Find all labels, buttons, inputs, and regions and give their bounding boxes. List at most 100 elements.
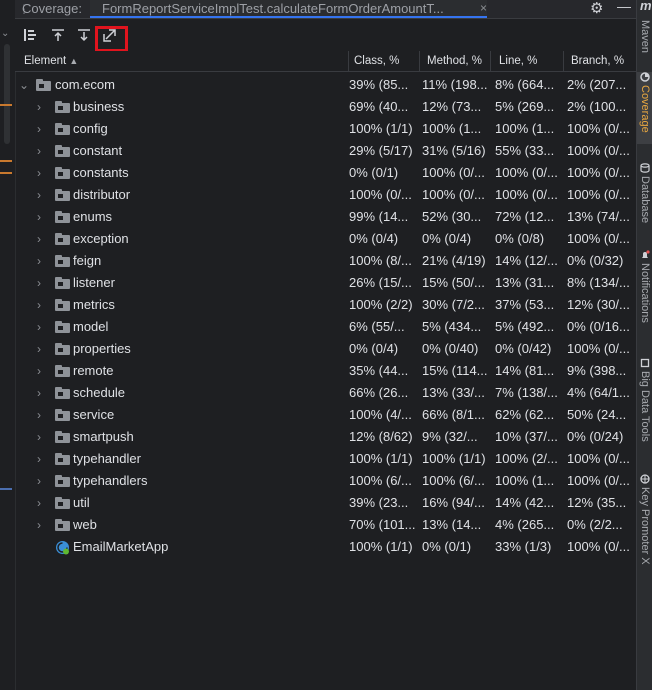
chevron-right-icon[interactable]: › bbox=[37, 184, 41, 206]
tree-row-distributor[interactable]: › distributor 100% (0/... 100% (0/... 100% (… bbox=[15, 184, 636, 206]
tree-row-util[interactable]: › util 39% (23... 16% (94/... 14% (42... 12% … bbox=[15, 492, 636, 514]
tab-coverage-suite[interactable]: FormReportServiceImplTest.calculateFormO… bbox=[90, 0, 487, 18]
chevron-right-icon[interactable]: › bbox=[37, 228, 41, 250]
tree-row-web[interactable]: › web 70% (101... 13% (14... 4% (265... 0% (2… bbox=[15, 514, 636, 536]
tool-notifications[interactable]: Notifications bbox=[637, 250, 652, 323]
branch-coverage: 0% (2/2... bbox=[567, 517, 623, 532]
tool-key-promoter[interactable]: Key Promoter X bbox=[637, 474, 652, 565]
tree-row-config[interactable]: › config 100% (1/1) 100% (1... 100% (1... 100… bbox=[15, 118, 636, 140]
chevron-right-icon[interactable]: › bbox=[37, 448, 41, 470]
line-coverage: 100% (0/... bbox=[495, 165, 558, 180]
tree-row-name: business bbox=[73, 99, 125, 114]
tool-database[interactable]: Database bbox=[637, 163, 652, 223]
package-folder-icon bbox=[55, 167, 70, 179]
chevron-right-icon[interactable]: › bbox=[37, 250, 41, 272]
method-coverage: 100% (6/... bbox=[422, 473, 485, 488]
chevron-right-icon[interactable]: › bbox=[37, 514, 41, 536]
chevron-right-icon[interactable]: › bbox=[37, 404, 41, 426]
tree-row-typehandler[interactable]: › typehandler 100% (1/1) 100% (1/1) 100% (2/… bbox=[15, 448, 636, 470]
tree-row-name: properties bbox=[73, 341, 131, 356]
big-data-icon bbox=[640, 358, 650, 368]
column-header-element[interactable]: Element ▲ bbox=[24, 51, 78, 71]
chevron-right-icon[interactable]: › bbox=[37, 118, 41, 140]
tree-row-constant[interactable]: › constant 29% (5/17) 31% (5/16) 55% (33... 1… bbox=[15, 140, 636, 162]
chevron-right-icon[interactable]: › bbox=[37, 382, 41, 404]
tree-row-root[interactable]: ⌄ com.ecom 39% (85... 11% (198... 8% (66… bbox=[15, 74, 636, 96]
tree-row-schedule[interactable]: › schedule 66% (26... 13% (33/... 7% (138/..… bbox=[15, 382, 636, 404]
tree-row-service[interactable]: › service 100% (4/... 66% (8/1... 62% (62...… bbox=[15, 404, 636, 426]
chevron-right-icon[interactable]: › bbox=[37, 162, 41, 184]
tree-row-business[interactable]: › business 69% (40... 12% (73... 5% (269... 2… bbox=[15, 96, 636, 118]
chevron-right-icon[interactable]: › bbox=[37, 272, 41, 294]
branch-coverage: 2% (207... bbox=[567, 77, 627, 92]
tree-row-name: smartpush bbox=[73, 429, 134, 444]
tree-row-app-class[interactable]: EmailMarketApp 100% (1/1) 0% (0/1) 33% (… bbox=[15, 536, 636, 558]
column-divider[interactable] bbox=[348, 51, 349, 71]
chevron-right-icon[interactable]: › bbox=[37, 470, 41, 492]
chevron-right-icon[interactable]: › bbox=[37, 96, 41, 118]
flatten-packages-icon[interactable] bbox=[21, 26, 39, 44]
change-marker bbox=[0, 172, 12, 174]
export-report-icon[interactable] bbox=[75, 26, 93, 44]
tool-maven[interactable]: Maven bbox=[637, 20, 652, 53]
chevron-down-icon[interactable]: ⌄ bbox=[1, 28, 9, 39]
chevron-right-icon[interactable]: › bbox=[37, 206, 41, 228]
tree-row-name: distributor bbox=[73, 187, 131, 202]
column-header-method[interactable]: Method, % bbox=[427, 51, 482, 71]
tree-row-listener[interactable]: › listener 26% (15/... 15% (50/... 13% (31..… bbox=[15, 272, 636, 294]
tool-big-data-tools[interactable]: Big Data Tools bbox=[637, 358, 652, 442]
column-header-class[interactable]: Class, % bbox=[354, 51, 399, 71]
close-tab-icon[interactable]: × bbox=[480, 0, 487, 17]
column-divider[interactable] bbox=[490, 51, 491, 71]
method-coverage: 15% (114... bbox=[422, 363, 488, 378]
package-folder-icon bbox=[55, 453, 70, 465]
class-coverage: 100% (0/... bbox=[349, 187, 412, 202]
tool-maven-label: Maven bbox=[639, 20, 651, 54]
column-header-line[interactable]: Line, % bbox=[499, 51, 537, 71]
change-marker bbox=[0, 104, 12, 106]
tool-coverage[interactable]: Coverage bbox=[637, 72, 652, 144]
method-coverage: 0% (0/40) bbox=[422, 341, 479, 356]
column-divider[interactable] bbox=[419, 51, 420, 71]
chevron-right-icon[interactable]: › bbox=[37, 360, 41, 382]
chevron-right-icon[interactable]: › bbox=[37, 140, 41, 162]
line-coverage: 100% (0/... bbox=[495, 187, 558, 202]
class-coverage: 29% (5/17) bbox=[349, 143, 413, 158]
line-coverage: 0% (0/42) bbox=[495, 341, 552, 356]
class-coverage: 100% (8/... bbox=[349, 253, 412, 268]
tree-row-exception[interactable]: › exception 0% (0/4) 0% (0/4) 0% (0/8) 100% (… bbox=[15, 228, 636, 250]
chevron-right-icon[interactable]: › bbox=[37, 316, 41, 338]
column-divider[interactable] bbox=[563, 51, 564, 71]
tree-row-enums[interactable]: › enums 99% (14... 52% (30... 72% (12... 13% … bbox=[15, 206, 636, 228]
minimize-icon[interactable]: — bbox=[617, 0, 631, 14]
branch-coverage: 100% (0/... bbox=[567, 341, 630, 356]
spring-boot-class-icon bbox=[55, 540, 70, 555]
column-header-branch[interactable]: Branch, % bbox=[571, 51, 624, 71]
chevron-right-icon[interactable]: › bbox=[37, 294, 41, 316]
tree-row-name: web bbox=[73, 517, 97, 532]
tree-row-model[interactable]: › model 6% (55/... 5% (434... 5% (492... 0% (… bbox=[15, 316, 636, 338]
class-coverage: 100% (4/... bbox=[349, 407, 412, 422]
class-coverage: 6% (55/... bbox=[349, 319, 405, 334]
tree-row-remote[interactable]: › remote 35% (44... 15% (114... 14% (81... 9%… bbox=[15, 360, 636, 382]
line-coverage: 5% (269... bbox=[495, 99, 555, 114]
coverage-toolbar bbox=[15, 19, 636, 52]
gear-icon[interactable]: ⚙ bbox=[590, 0, 603, 17]
chevron-right-icon[interactable]: › bbox=[37, 492, 41, 514]
tree-row-typehandlers[interactable]: › typehandlers 100% (6/... 100% (6/... 100% … bbox=[15, 470, 636, 492]
tree-row-constants[interactable]: › constants 0% (0/1) 100% (0/... 100% (0/...… bbox=[15, 162, 636, 184]
tree-row-properties[interactable]: › properties 0% (0/4) 0% (0/40) 0% (0/42) 100… bbox=[15, 338, 636, 360]
chevron-right-icon[interactable]: › bbox=[37, 426, 41, 448]
import-icon[interactable] bbox=[49, 26, 67, 44]
tree-row-smartpush[interactable]: › smartpush 12% (8/62) 9% (32/... 10% (37/..… bbox=[15, 426, 636, 448]
app-logo-letter: m bbox=[640, 0, 652, 13]
package-folder-icon bbox=[55, 189, 70, 201]
chevron-right-icon[interactable]: › bbox=[37, 338, 41, 360]
scrollbar-thumb[interactable] bbox=[4, 44, 10, 144]
tree-row-feign[interactable]: › feign 100% (8/... 21% (4/19) 14% (12/... 0%… bbox=[15, 250, 636, 272]
line-coverage: 0% (0/8) bbox=[495, 231, 545, 246]
branch-coverage: 9% (398... bbox=[567, 363, 627, 378]
tree-row-metrics[interactable]: › metrics 100% (2/2) 30% (7/2... 37% (53... 1… bbox=[15, 294, 636, 316]
chevron-down-icon[interactable]: ⌄ bbox=[19, 74, 29, 96]
tree-row-name: enums bbox=[73, 209, 113, 224]
